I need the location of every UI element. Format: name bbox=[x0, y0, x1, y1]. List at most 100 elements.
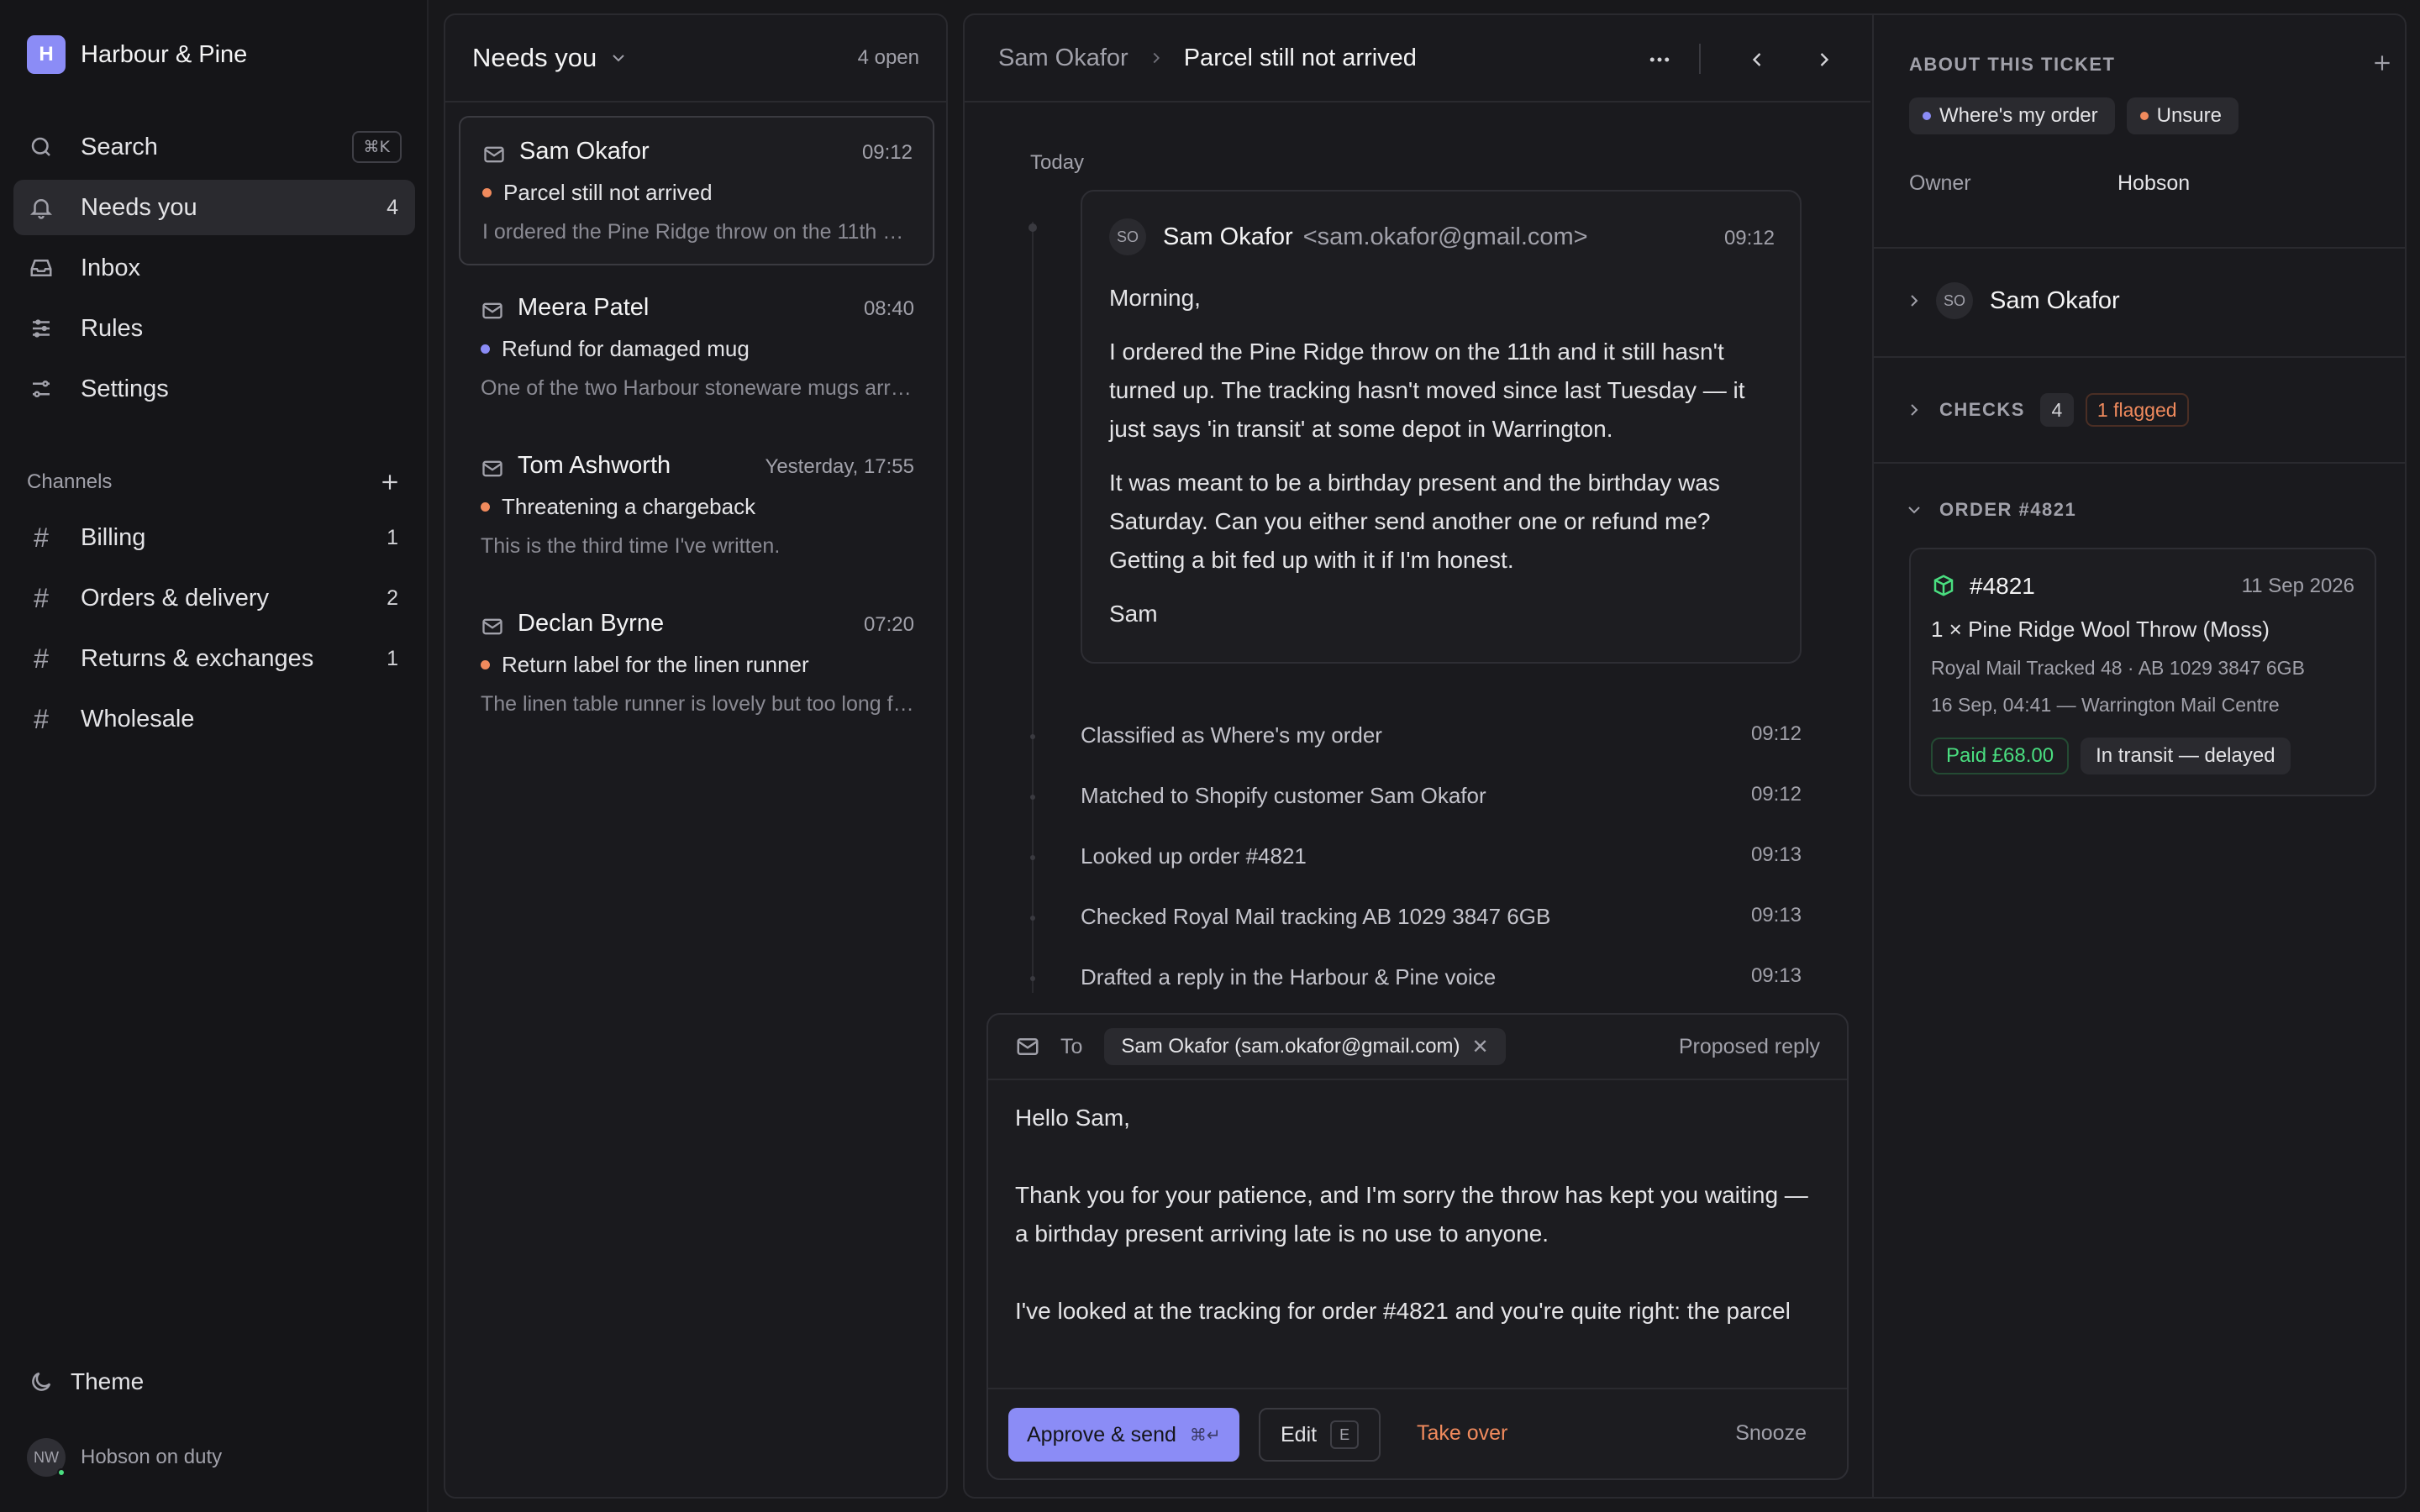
channel-billing[interactable]: # Billing 1 bbox=[13, 510, 415, 565]
conversation-name: Sam Okafor bbox=[519, 138, 650, 165]
edit-label: Edit bbox=[1281, 1422, 1318, 1446]
conversation-item[interactable]: Declan Byrne 07:20 Return label for the … bbox=[459, 590, 934, 739]
channel-label: Orders & delivery bbox=[81, 584, 270, 612]
open-count: 4 open bbox=[857, 46, 919, 69]
activity-event: Checked Royal Mail tracking AB 1029 3847… bbox=[1081, 904, 1802, 930]
bell-icon bbox=[27, 193, 55, 222]
chevron-right-icon bbox=[1820, 53, 1829, 66]
reply-status: Proposed reply bbox=[1678, 1034, 1820, 1058]
activity-event: Matched to Shopify customer Sam Okafor 09… bbox=[1081, 783, 1802, 809]
order-date: 11 Sep 2026 bbox=[2241, 575, 2354, 597]
edit-button[interactable]: Edit E bbox=[1259, 1408, 1381, 1462]
needs-you-count: 4 bbox=[387, 195, 398, 219]
event-text: Checked Royal Mail tracking AB 1029 3847… bbox=[1081, 904, 1551, 929]
nav-needs-you[interactable]: Needs you 4 bbox=[13, 180, 415, 235]
message-thread[interactable]: Today SO Sam Okafor <sam.okafor@gmail.com… bbox=[965, 104, 1870, 993]
customer-message: SO Sam Okafor <sam.okafor@gmail.com> 09:1… bbox=[1081, 190, 1802, 664]
conversation-preview: I ordered the Pine Ridge throw on the 11… bbox=[482, 220, 913, 244]
channel-wholesale[interactable]: # Wholesale bbox=[13, 691, 415, 747]
composer-actions: Approve & send ⌘↵ Edit E Take over Snooze bbox=[988, 1388, 1847, 1478]
mail-icon bbox=[481, 615, 504, 638]
take-over-button[interactable]: Take over bbox=[1417, 1421, 1507, 1446]
event-time: 09:13 bbox=[1750, 843, 1802, 866]
nav-search[interactable]: Search ⌘K bbox=[13, 119, 415, 175]
more-horizontal-icon bbox=[1649, 57, 1670, 62]
nav-needs-you-label: Needs you bbox=[81, 193, 197, 221]
nav-settings[interactable]: Settings bbox=[13, 361, 415, 417]
priority-dot bbox=[482, 188, 492, 197]
owner-label: Owner bbox=[1909, 171, 1971, 195]
add-channel-button[interactable] bbox=[375, 467, 405, 497]
conversation-time: 07:20 bbox=[863, 613, 914, 636]
nav-search-label: Search bbox=[81, 133, 158, 160]
message-paragraph: Sam bbox=[1109, 601, 1158, 627]
mail-icon bbox=[481, 457, 504, 480]
message-time: 09:12 bbox=[1723, 227, 1775, 249]
customer-section-toggle[interactable]: SO Sam Okafor bbox=[1904, 282, 2120, 319]
conversation-item[interactable]: Sam Okafor 09:12 Parcel still not arrive… bbox=[459, 116, 934, 265]
order-card[interactable]: #4821 11 Sep 2026 1 × Pine Ridge Wool Th… bbox=[1909, 548, 2376, 796]
message-body: Morning, I ordered the Pine Ridge throw … bbox=[1109, 279, 1781, 648]
user-status[interactable]: NW Hobson on duty bbox=[27, 1438, 222, 1477]
reply-paragraph: I've looked at the tracking for order #4… bbox=[1015, 1298, 1796, 1339]
sender-email: <sam.okafor@gmail.com> bbox=[1302, 223, 1588, 250]
approve-send-button[interactable]: Approve & send ⌘↵ bbox=[1008, 1408, 1239, 1462]
theme-toggle[interactable]: Theme bbox=[27, 1368, 144, 1396]
message-paragraph: It was meant to be a birthday present an… bbox=[1109, 470, 1720, 573]
hash-icon: # bbox=[34, 582, 49, 613]
message-paragraph: Morning, bbox=[1109, 285, 1201, 311]
channel-returns-exchanges[interactable]: # Returns & exchanges 1 bbox=[13, 631, 415, 686]
channel-count: 1 bbox=[387, 525, 398, 549]
tag-chip[interactable]: Where's my order bbox=[1909, 97, 2115, 134]
order-section-toggle[interactable]: ORDER #4821 bbox=[1904, 499, 2076, 521]
owner-value[interactable]: Hobson bbox=[2118, 171, 2190, 196]
chevron-down-icon[interactable] bbox=[608, 48, 629, 68]
breadcrumb-customer[interactable]: Sam Okafor bbox=[998, 45, 1128, 72]
sidebar: H Harbour & Pine Search ⌘K Needs you 4 I… bbox=[0, 0, 429, 1512]
section-divider bbox=[1874, 247, 2405, 249]
mail-icon bbox=[1015, 1034, 1040, 1059]
chevron-down-icon bbox=[1904, 500, 1924, 520]
ticket-info-panel: ABOUT THIS TICKET Where's my order Unsur… bbox=[1872, 15, 2405, 1497]
order-number: #4821 bbox=[1970, 573, 2035, 599]
moon-icon bbox=[27, 1368, 55, 1396]
conversation-item[interactable]: Meera Patel 08:40 Refund for damaged mug… bbox=[459, 274, 934, 423]
queue-title[interactable]: Needs you bbox=[472, 43, 597, 73]
to-label: To bbox=[1060, 1034, 1083, 1058]
conversation-subject: Threatening a chargeback bbox=[481, 494, 755, 520]
conversation-item[interactable]: Tom Ashworth Yesterday, 17:55 Threatenin… bbox=[459, 432, 934, 581]
reply-body[interactable]: Hello Sam, Thank you for your patience, … bbox=[1015, 1099, 1822, 1339]
section-divider bbox=[1874, 356, 2405, 358]
subject-text: Parcel still not arrived bbox=[503, 180, 713, 205]
recipient-chip[interactable]: Sam Okafor (sam.okafor@gmail.com) ✕ bbox=[1104, 1028, 1506, 1065]
checks-section-toggle[interactable]: CHECKS 4 1 flagged bbox=[1904, 393, 2189, 427]
checks-count: 4 bbox=[2039, 393, 2074, 427]
sender-name: Sam Okafor bbox=[1163, 223, 1293, 250]
channel-orders-delivery[interactable]: # Orders & delivery 2 bbox=[13, 570, 415, 626]
list-header: Needs you 4 open bbox=[445, 15, 946, 102]
workspace-switcher[interactable]: H Harbour & Pine bbox=[27, 34, 247, 76]
conversation-preview: This is the third time I've written. bbox=[481, 534, 781, 558]
reply-paragraph: Thank you for your patience, and I'm sor… bbox=[1015, 1182, 1808, 1247]
more-options-button[interactable] bbox=[1644, 44, 1676, 76]
plus-icon bbox=[382, 475, 397, 490]
previous-ticket-button[interactable] bbox=[1741, 44, 1773, 76]
chevron-right-icon bbox=[1147, 49, 1165, 67]
next-ticket-button[interactable] bbox=[1808, 44, 1840, 76]
conversation-subject: Parcel still not arrived bbox=[482, 180, 713, 206]
tag-dot bbox=[1923, 112, 1931, 120]
chevron-right-icon bbox=[1904, 400, 1924, 420]
close-icon[interactable]: ✕ bbox=[1472, 1035, 1489, 1059]
snooze-button[interactable]: Snooze bbox=[1735, 1421, 1807, 1446]
tag-chip[interactable]: Unsure bbox=[2126, 97, 2238, 134]
channel-count: 1 bbox=[387, 646, 398, 670]
add-tag-button[interactable] bbox=[2371, 52, 2393, 74]
timeline-dot bbox=[1030, 855, 1035, 860]
toggles-icon bbox=[27, 375, 55, 403]
event-time: 09:12 bbox=[1750, 783, 1802, 806]
reply-paragraph: Hello Sam, bbox=[1015, 1105, 1130, 1131]
nav-rules[interactable]: Rules bbox=[13, 301, 415, 356]
priority-dot bbox=[481, 344, 490, 354]
nav-inbox[interactable]: Inbox bbox=[13, 240, 415, 296]
message-sender: Sam Okafor <sam.okafor@gmail.com> bbox=[1163, 223, 1588, 251]
